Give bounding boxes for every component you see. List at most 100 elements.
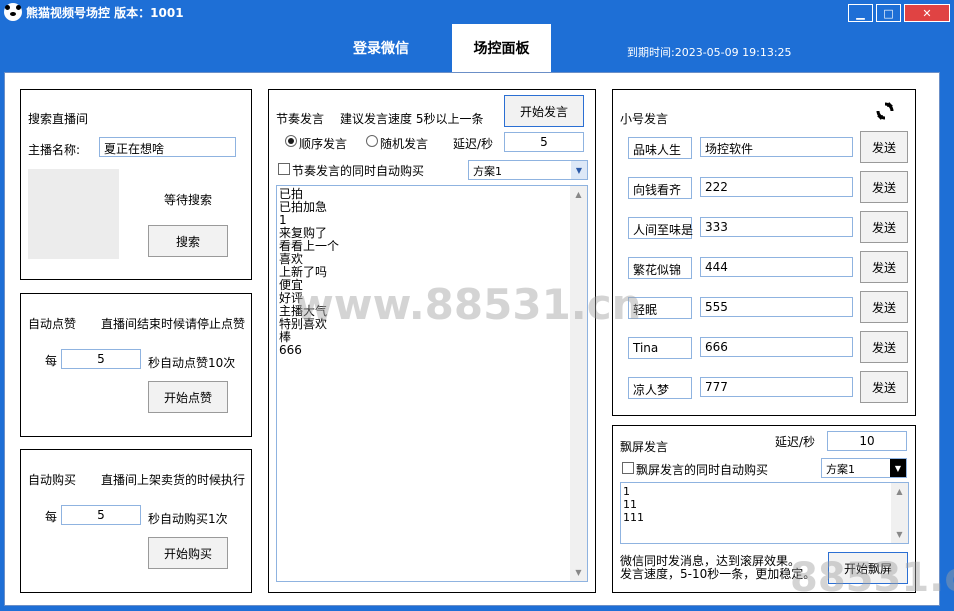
scroll-up-icon[interactable]: ▲ <box>891 483 908 500</box>
float-messages-textarea[interactable]: 1 11 111 ▲ ▼ <box>620 482 909 544</box>
rhythm-message-line: 棒 <box>279 330 292 344</box>
alt-account-message-input[interactable]: 666 <box>700 337 853 357</box>
rhythm-message-line: 上新了吗 <box>279 265 328 279</box>
alt-account-message-input[interactable]: 444 <box>700 257 853 277</box>
tab-login-wechat[interactable]: 登录微信 <box>336 24 426 72</box>
auto-buy-hint: 直播间上架卖货的时候执行 <box>101 473 246 487</box>
main-content: 搜索直播间 主播名称: 夏正在想啥 等待搜索 搜索 自动点赞 直播间结束时候请停… <box>4 72 940 606</box>
order-mode-radio[interactable] <box>285 135 297 147</box>
float-scrollbar[interactable]: ▲ ▼ <box>891 483 908 543</box>
auto-like-hint: 直播间结束时候请停止点赞 <box>101 317 246 331</box>
buy-per-label: 秒自动购买1次 <box>148 512 228 526</box>
alt-account-name: 人间至味是 <box>628 217 693 239</box>
alt-account-send-button[interactable]: 发送 <box>860 211 908 243</box>
alt-account-name: 凉人梦 <box>628 377 692 399</box>
alt-account-name: Tina <box>628 337 692 359</box>
rhythm-message-line: 666 <box>279 343 302 357</box>
search-button[interactable]: 搜索 <box>148 225 228 257</box>
float-message-line: 111 <box>623 511 644 524</box>
random-mode-label[interactable]: 随机发言 <box>380 135 428 152</box>
scroll-down-icon[interactable]: ▼ <box>891 526 908 543</box>
float-panel: 飘屏发言 延迟/秒 10 飘屏发言的同时自动购买 方案1 ▼ 1 11 111 ▲ … <box>612 425 916 593</box>
rhythm-message-line: 看看上一个 <box>279 239 340 253</box>
minimize-button[interactable]: ▁ <box>848 4 873 22</box>
title-bar: 熊猫视频号场控 版本：1001 ▁ □ ✕ 登录微信 场控面板 到期时间:202… <box>0 0 954 72</box>
random-mode-radio[interactable] <box>366 135 378 147</box>
rhythm-auto-buy-label[interactable]: 节奏发言的同时自动购买 <box>292 162 424 179</box>
alt-accounts-panel: 小号发言 品味人生 场控软件 发送 向钱看齐 222 发送 人间至味是 333 发送 繁花似锦 44… <box>612 89 916 416</box>
rhythm-message-line: 特别喜欢 <box>279 317 328 331</box>
rhythm-hint: 建议发言速度 5秒以上一条 <box>340 112 484 126</box>
host-name-input[interactable]: 夏正在想啥 <box>99 137 236 157</box>
like-per-label: 秒自动点赞10次 <box>148 356 236 370</box>
rhythm-delay-input[interactable]: 5 <box>504 132 584 152</box>
alt-account-name: 向钱看齐 <box>628 177 692 199</box>
float-auto-buy-label[interactable]: 飘屏发言的同时自动购买 <box>636 461 768 478</box>
start-rhythm-button[interactable]: 开始发言 <box>504 95 584 127</box>
start-buy-button[interactable]: 开始购买 <box>148 537 228 569</box>
auto-like-title: 自动点赞 <box>28 317 77 331</box>
window-title: 熊猫视频号场控 版本：1001 <box>26 6 184 20</box>
alt-account-message-input[interactable]: 777 <box>700 377 853 397</box>
rhythm-messages-list: 已拍 已拍加急 1 来复购了 看看上一个 喜欢 上新了吗 便宜 好评 主播大气 特别喜欢棒 666 <box>279 188 585 357</box>
rhythm-scrollbar[interactable]: ▲ ▼ <box>570 186 587 581</box>
float-delay-label: 延迟/秒 <box>775 435 816 449</box>
search-panel: 搜索直播间 主播名称: 夏正在想啥 等待搜索 搜索 <box>20 89 252 280</box>
float-note-2: 发言速度，5-10秒一条，更加稳定。 <box>620 567 816 581</box>
alt-account-send-button[interactable]: 发送 <box>860 131 908 163</box>
scroll-up-icon[interactable]: ▲ <box>570 186 587 203</box>
rhythm-auto-buy-checkbox[interactable] <box>278 163 290 175</box>
float-delay-input[interactable]: 10 <box>827 431 907 451</box>
alt-account-send-button[interactable]: 发送 <box>860 171 908 203</box>
auto-buy-panel: 自动购买 直播间上架卖货的时候执行 每 5 秒自动购买1次 开始购买 <box>20 449 252 593</box>
search-status: 等待搜索 <box>164 193 213 207</box>
order-mode-label[interactable]: 顺序发言 <box>299 135 347 152</box>
float-plan-select[interactable]: 方案1 ▼ <box>821 458 907 478</box>
rhythm-title: 节奏发言 <box>276 112 325 126</box>
rhythm-plan-value: 方案1 <box>473 165 502 178</box>
rhythm-messages-textarea[interactable]: 已拍 已拍加急 1 来复购了 看看上一个 喜欢 上新了吗 便宜 好评 主播大气 特别喜欢棒 666 ▲… <box>276 185 588 582</box>
buy-interval-input[interactable]: 5 <box>61 505 141 525</box>
avatar <box>28 169 119 259</box>
auto-like-panel: 自动点赞 直播间结束时候请停止点赞 每 5 秒自动点赞10次 开始点赞 <box>20 293 252 437</box>
maximize-button[interactable]: □ <box>876 4 901 22</box>
alt-account-send-button[interactable]: 发送 <box>860 291 908 323</box>
float-title: 飘屏发言 <box>620 440 669 454</box>
rhythm-delay-label: 延迟/秒 <box>453 137 494 151</box>
close-button[interactable]: ✕ <box>904 4 950 22</box>
like-every-label: 每 <box>45 354 58 368</box>
start-float-button[interactable]: 开始飘屏 <box>828 552 908 584</box>
alt-account-name: 轻眠 <box>628 297 692 319</box>
expire-time: 到期时间:2023-05-09 19:13:25 <box>627 46 792 59</box>
like-interval-input[interactable]: 5 <box>61 349 141 369</box>
auto-buy-title: 自动购买 <box>28 473 77 487</box>
alt-account-send-button[interactable]: 发送 <box>860 251 908 283</box>
alt-account-name: 品味人生 <box>628 137 692 159</box>
alt-accounts-title: 小号发言 <box>620 112 669 126</box>
chevron-down-icon: ▼ <box>571 161 587 179</box>
rhythm-panel: 节奏发言 建议发言速度 5秒以上一条 开始发言 顺序发言 随机发言 延迟/秒 5… <box>268 89 596 593</box>
tab-control-panel[interactable]: 场控面板 <box>452 24 551 72</box>
alt-account-message-input[interactable]: 333 <box>700 217 853 237</box>
alt-account-name: 繁花似锦 <box>628 257 692 279</box>
float-auto-buy-checkbox[interactable] <box>622 462 634 474</box>
float-message-line: 11 <box>623 498 637 511</box>
panda-logo-icon <box>4 3 22 21</box>
float-plan-value: 方案1 <box>826 463 855 476</box>
alt-account-send-button[interactable]: 发送 <box>860 371 908 403</box>
rhythm-plan-select[interactable]: 方案1 ▼ <box>468 160 588 180</box>
float-message-line: 1 <box>623 485 630 498</box>
search-panel-title: 搜索直播间 <box>28 112 89 126</box>
refresh-icon[interactable] <box>875 101 895 121</box>
alt-account-message-input[interactable]: 222 <box>700 177 853 197</box>
buy-every-label: 每 <box>45 510 58 524</box>
start-like-button[interactable]: 开始点赞 <box>148 381 228 413</box>
scroll-down-icon[interactable]: ▼ <box>570 564 587 581</box>
alt-account-send-button[interactable]: 发送 <box>860 331 908 363</box>
alt-account-message-input[interactable]: 555 <box>700 297 853 317</box>
alt-account-message-input[interactable]: 场控软件 <box>700 137 853 157</box>
chevron-down-icon: ▼ <box>890 459 906 477</box>
host-name-label: 主播名称: <box>28 143 81 157</box>
rhythm-message-line: 已拍加急 <box>279 200 328 214</box>
rhythm-message-line: 便宜 <box>279 278 304 292</box>
